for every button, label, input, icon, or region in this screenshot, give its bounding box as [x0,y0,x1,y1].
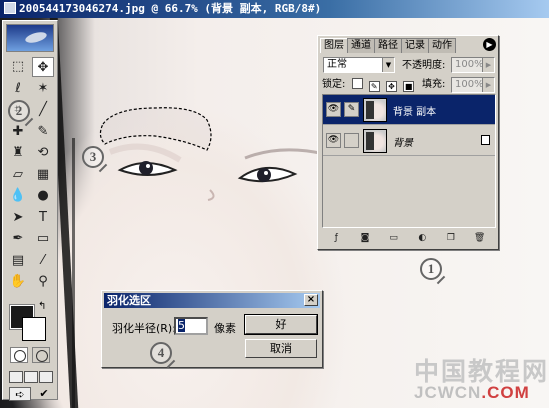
lock-transparency-icon[interactable] [351,78,363,89]
annotation-badge: 1 [420,258,442,280]
document-icon [4,2,16,14]
chevron-down-icon: ▼ [382,58,394,72]
photoshop-logo[interactable] [6,24,54,52]
hand-tool[interactable]: ✋ [7,272,29,292]
layer-name[interactable]: 背景 [393,134,413,149]
notes-tool[interactable]: ▤ [7,251,29,271]
tab-paths[interactable]: 路径 [374,38,402,53]
adjustment-layer-icon[interactable]: ◐ [415,232,429,245]
layer-thumbnail [363,129,387,153]
jump-icon[interactable]: ✔ [33,387,55,401]
swap-colors-icon[interactable]: ↰ [38,301,46,312]
zoom-tool[interactable]: ⚲ [32,272,54,292]
layer-row-background[interactable]: 👁 背景 [323,126,495,156]
tab-channels[interactable]: 通道 [347,38,375,53]
new-layer-icon[interactable]: ❐ [444,232,458,245]
eraser-tool[interactable]: ▱ [7,165,29,185]
toolbox: ⬚ ✥ ℓ ✶ ⌗ ╱ ✚ ✎ ♜ ⟲ ▱ ▦ 💧 ● ➤ T ✒ ▭ ▤ ⁄ ✋ ⚲ ↰ ➪ ✔ [2,20,58,401]
blur-tool[interactable]: 💧 [7,186,29,206]
layer-row-background-copy[interactable]: 👁 ✎ 背景 副本 [323,95,495,125]
background-color-swatch[interactable] [22,317,46,341]
cancel-button[interactable]: 取消 [245,339,317,358]
fill-field[interactable]: 100% ▶ [451,77,495,93]
ok-button[interactable]: 好 [244,314,318,335]
new-set-icon[interactable]: ▭ [387,232,401,245]
move-tool[interactable]: ✥ [32,57,54,77]
watermark-url: JCWCN.COM [414,383,530,403]
standard-mode-button[interactable] [10,347,28,363]
path-select-tool[interactable]: ➤ [7,208,29,228]
pen-tool[interactable]: ✒ [7,229,29,249]
dialog-title-bar[interactable]: 羽化选区 × [104,293,320,308]
layer-thumbnail [363,98,387,122]
window-title-bar[interactable]: 200544173046274.jpg @ 66.7% (背景 副本, RGB/… [0,0,549,18]
tab-layers[interactable]: 图层 [320,38,348,53]
magic-wand-tool[interactable]: ✶ [32,79,54,99]
lock-row: 锁定: ✎ ✥ ■ [322,76,415,93]
gradient-tool[interactable]: ▦ [32,165,54,185]
feather-dialog: 羽化选区 × 羽化半径(R): 5 像素 好 取消 [101,290,323,368]
palette-menu-button[interactable]: ▶ [483,38,496,51]
palette-footer: ƒ ◙ ▭ ◐ ❐ 🗑 [322,230,494,246]
chevron-right-icon: ▶ [482,78,494,92]
link-slot[interactable] [344,133,359,148]
palette-tabs: 图层 通道 路径 记录 动作 [320,38,496,53]
eye-icon[interactable]: 👁 [326,133,341,148]
history-brush-tool[interactable]: ⟲ [32,143,54,163]
rect-marquee-tool[interactable]: ⬚ [7,57,29,77]
eyebrow-selection-marquee[interactable] [95,100,220,160]
trash-icon[interactable]: 🗑 [473,232,487,245]
layers-palette: 图层 通道 路径 记录 动作 ▶ 正常 ▼ 不透明度: 100% ▶ 锁定: ✎… [317,35,499,250]
brush-tool[interactable]: ✎ [32,122,54,142]
lock-image-icon[interactable]: ✎ [368,81,380,92]
screen-mode-full-button[interactable] [39,371,53,383]
dialog-title: 羽化选区 [107,294,151,307]
layer-list: 👁 ✎ 背景 副本 👁 背景 [322,94,496,228]
dodge-tool[interactable]: ● [32,186,54,206]
eyedropper-tool[interactable]: ⁄ [32,251,54,271]
brush-icon[interactable]: ✎ [344,102,359,117]
annotation-badge: 2 [8,100,30,122]
tab-actions[interactable]: 动作 [428,38,456,53]
fill-value: 100% [455,79,484,90]
annotation-badge: 3 [82,146,104,168]
add-mask-icon[interactable]: ◙ [358,232,372,245]
unit-label: 像素 [214,322,236,335]
shape-tool[interactable]: ▭ [32,229,54,249]
screen-mode-full-menu-button[interactable] [24,371,38,383]
layer-style-icon[interactable]: ƒ [329,232,343,245]
hair-strand [72,138,75,408]
close-icon[interactable]: × [304,294,318,306]
watermark-tld: .COM [481,383,530,402]
blend-mode-select[interactable]: 正常 ▼ [323,57,395,73]
feather-radius-input[interactable]: 5 [174,317,208,335]
lasso-tool[interactable]: ℓ [7,79,29,99]
opacity-field[interactable]: 100% ▶ [451,57,495,73]
tab-history[interactable]: 记录 [401,38,429,53]
feather-radius-value: 5 [178,319,185,332]
lock-all-icon[interactable]: ■ [403,81,415,92]
jump-to-imageready-button[interactable]: ➪ [9,387,31,401]
screen-mode-standard-button[interactable] [9,371,23,383]
watermark-domain: JCWCN [414,383,482,402]
chevron-right-icon: ▶ [482,58,494,72]
eye-icon[interactable]: 👁 [326,102,341,117]
type-tool[interactable]: T [32,208,54,228]
blend-mode-value: 正常 [327,59,347,70]
annotation-badge: 4 [150,342,172,364]
clone-stamp-tool[interactable]: ♜ [7,143,29,163]
opacity-value: 100% [455,59,484,70]
lock-position-icon[interactable]: ✥ [385,81,397,92]
feather-radius-label: 羽化半径(R): [112,322,176,335]
quick-mask-button[interactable] [32,347,50,363]
fill-label: 填充: [422,79,446,90]
lock-label: 锁定: [322,79,346,90]
layer-name[interactable]: 背景 副本 [393,103,436,118]
window-title: 200544173046274.jpg @ 66.7% (背景 副本, RGB/… [19,2,322,15]
lock-icon [481,135,490,145]
slice-tool[interactable]: ╱ [32,100,54,120]
